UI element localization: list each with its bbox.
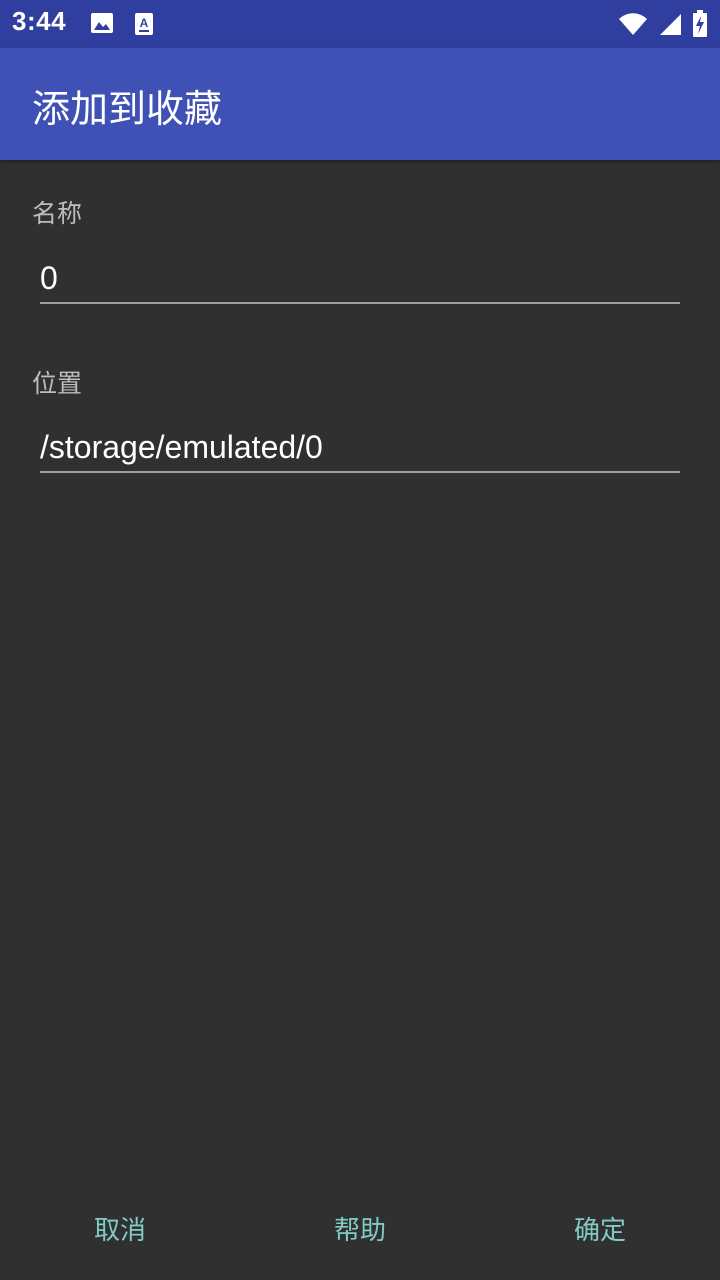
wifi-icon	[618, 12, 648, 40]
dialog-button-bar: 取消 帮助 确定	[0, 1176, 720, 1280]
text-a-icon: A	[134, 12, 154, 40]
status-time: 3:44	[12, 6, 67, 36]
battery-charging-icon	[692, 10, 708, 42]
page-title: 添加到收藏	[32, 87, 223, 131]
name-label: 名称	[32, 199, 83, 228]
name-input[interactable]	[40, 254, 680, 304]
status-bar: 3:44 A	[0, 0, 720, 48]
app-bar: 添加到收藏	[0, 48, 720, 160]
svg-text:A: A	[140, 16, 149, 30]
location-input[interactable]	[40, 423, 680, 473]
location-label: 位置	[32, 369, 83, 398]
cancel-button[interactable]: 取消	[0, 1176, 240, 1280]
signal-icon	[658, 12, 682, 40]
ok-button[interactable]: 确定	[480, 1176, 720, 1280]
image-icon	[90, 12, 114, 40]
help-button[interactable]: 帮助	[240, 1176, 480, 1280]
